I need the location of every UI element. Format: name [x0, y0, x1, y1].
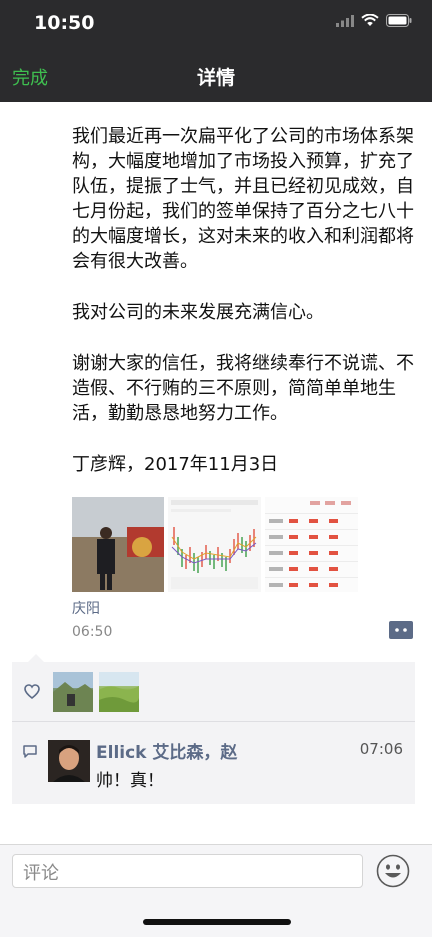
comment-time: 07:06	[359, 740, 403, 758]
comment-text: 帅！真！	[96, 771, 164, 791]
more-dots-icon	[395, 628, 407, 632]
comment-input-placeholder: 评论	[23, 863, 59, 884]
post-paragraph: 谢谢大家的信任，我将继续奉行不说谎、不造假、不行贿的三不原则，简简单单地生活，勤…	[72, 353, 414, 424]
commenter-avatar[interactable]	[48, 740, 90, 782]
home-indicator[interactable]	[143, 919, 291, 925]
post-paragraph: 我们最近再一次扁平化了公司的市场体系架构，大幅度地增加了市场投入预算，扩充了队伍…	[72, 126, 414, 272]
cellular-signal-icon	[336, 14, 354, 27]
heart-icon	[24, 684, 40, 699]
liker-avatar[interactable]	[53, 672, 93, 712]
feedback-divider	[12, 721, 415, 722]
status-time: 10:50	[34, 12, 95, 34]
status-icons	[336, 14, 412, 27]
comment-author[interactable]: Ellick 艾比森，赵	[96, 738, 237, 763]
post-text: 我们最近再一次扁平化了公司的市场体系架构，大幅度地增加了市场投入预算，扩充了队伍…	[72, 124, 418, 477]
comment-bubble-icon	[23, 745, 37, 758]
wifi-icon	[361, 14, 379, 26]
post-location[interactable]: 庆阳	[72, 598, 100, 618]
post-photo-stock-chart[interactable]	[168, 497, 261, 592]
top-bar: 10:50 完成 详情	[0, 0, 432, 102]
comment-input[interactable]	[12, 854, 363, 888]
post-paragraph: 我对公司的未来发展充满信心。	[72, 302, 324, 323]
post-time: 06:50	[72, 624, 113, 640]
feedback-caret	[28, 654, 44, 662]
more-actions-button[interactable]	[389, 621, 413, 639]
liker-avatar[interactable]	[99, 672, 139, 712]
emoji-icon[interactable]	[376, 854, 410, 888]
post-signature: 丁彦辉，2017年11月3日	[72, 454, 279, 475]
page-title: 详情	[196, 67, 235, 89]
battery-icon	[386, 14, 412, 27]
post-photo-stock-list[interactable]	[265, 497, 358, 592]
post-photo-person[interactable]	[72, 497, 164, 592]
